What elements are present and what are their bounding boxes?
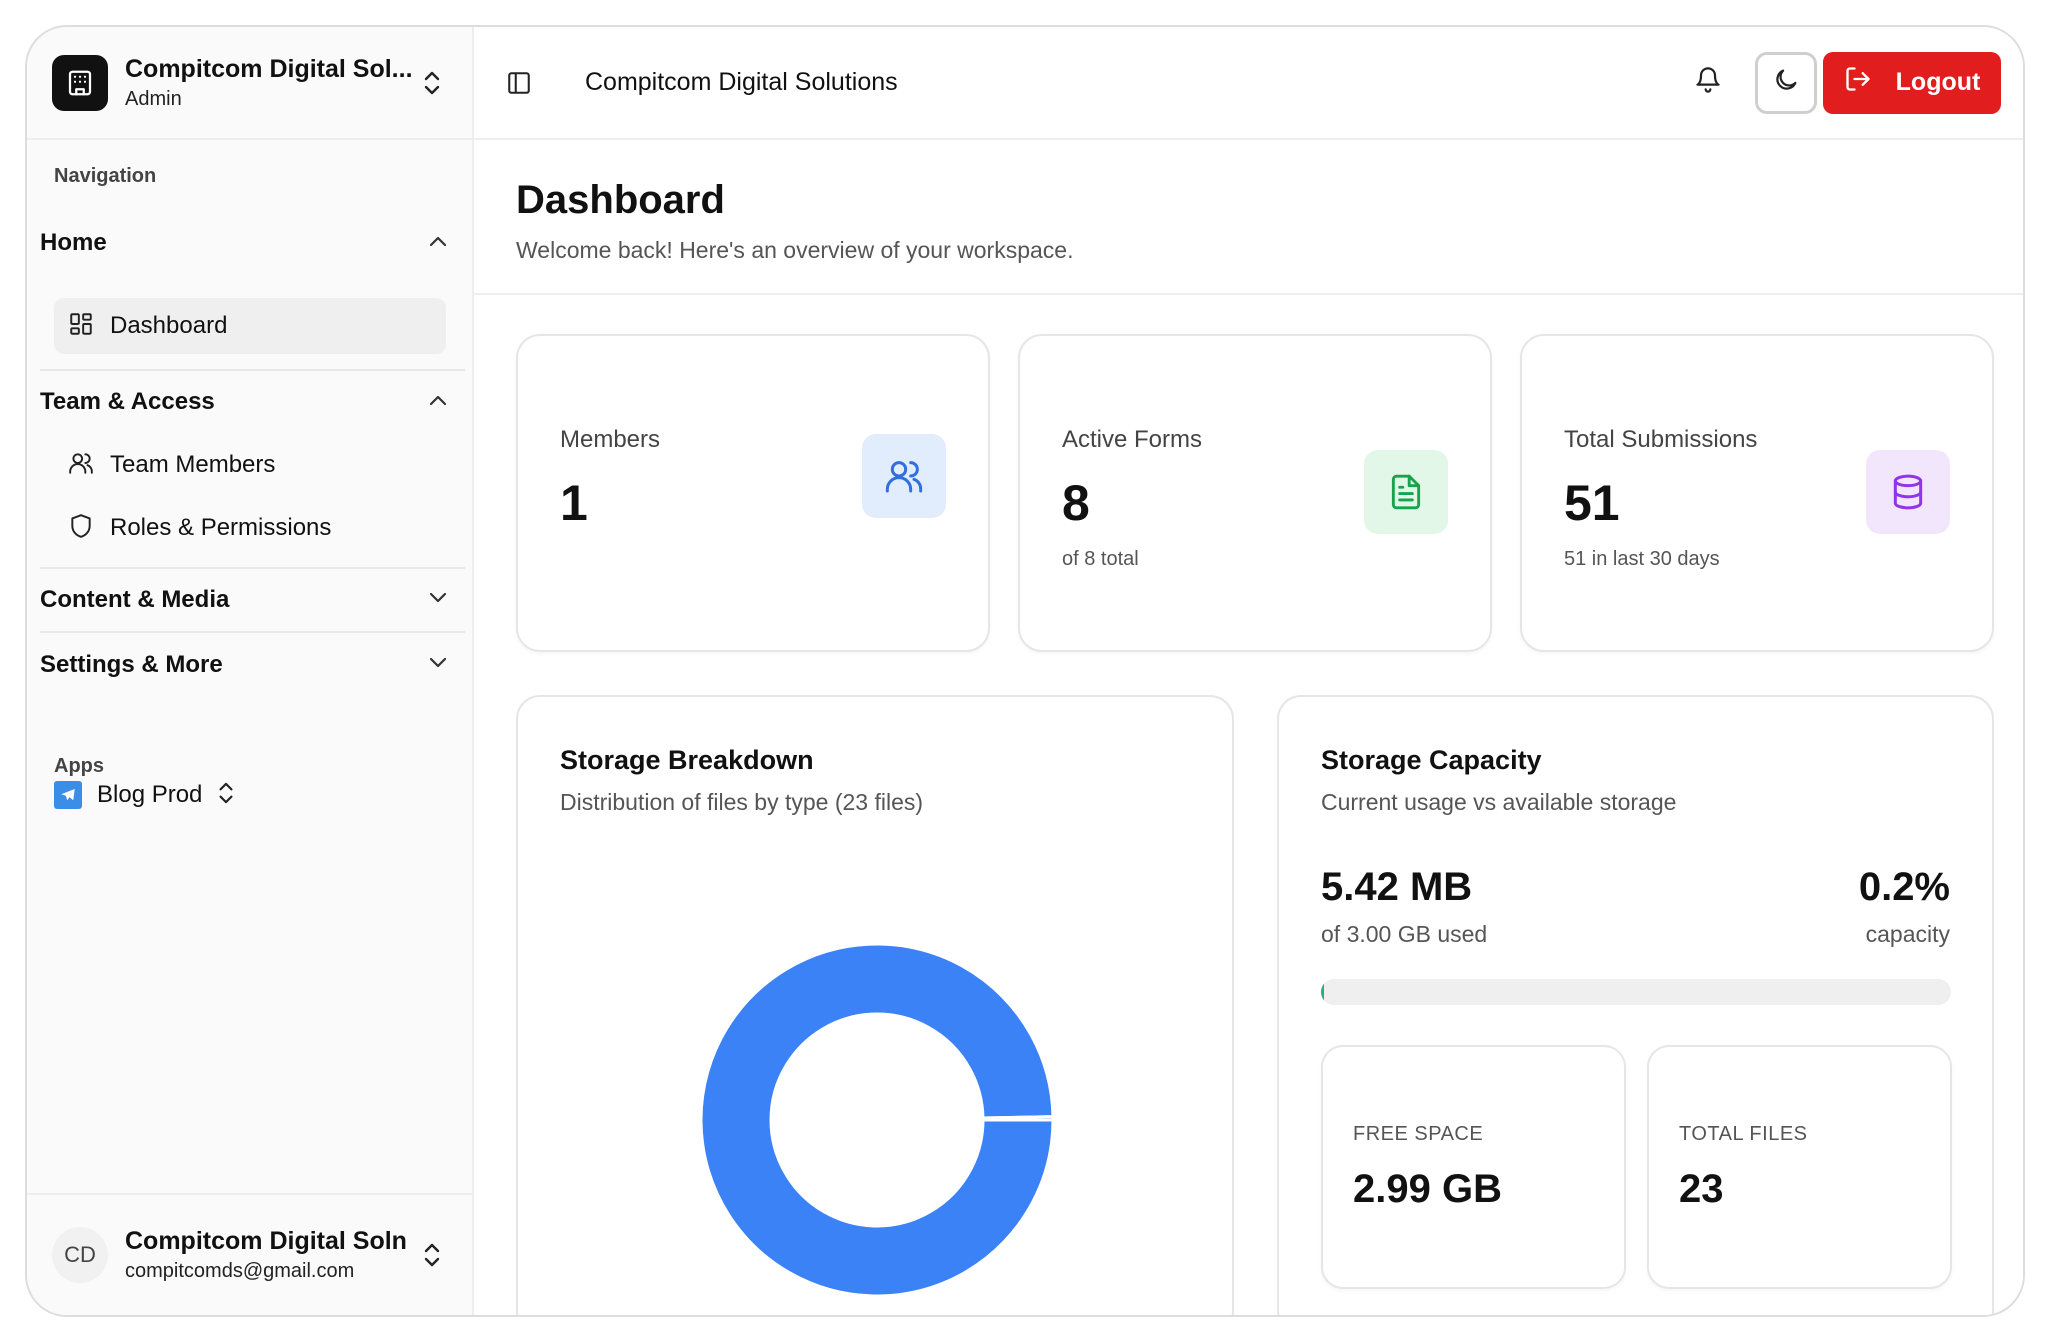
- panel-desc: Current usage vs available storage: [1321, 789, 1677, 815]
- grid-icon: [68, 311, 94, 342]
- logout-label: Logout: [1895, 68, 1981, 96]
- storage-percent-value: 0.2%: [1858, 865, 1950, 909]
- group-settings-more[interactable]: Settings & More: [40, 645, 465, 685]
- chevrons-up-down-icon[interactable]: [419, 66, 445, 100]
- navigation-label: Navigation: [54, 165, 157, 187]
- page-subtitle: Welcome back! Here's an overview of your…: [516, 237, 1074, 263]
- stat-sub: 51 in last 30 days: [1564, 548, 1720, 570]
- storage-used-value: 5.42 MB: [1321, 865, 1473, 909]
- storage-breakdown-card: Storage Breakdown Distribution of files …: [516, 695, 1234, 1315]
- building-icon: [52, 54, 108, 111]
- logout-icon: [1844, 65, 1872, 100]
- free-space-card: FREE SPACE 2.99 GB: [1321, 1045, 1626, 1289]
- chevron-up-icon: [427, 393, 449, 412]
- group-title: Home: [40, 229, 107, 256]
- user-name: Compitcom Digital Soln: [125, 1227, 407, 1255]
- storage-used-sub: of 3.00 GB used: [1321, 921, 1488, 947]
- moon-icon: [1772, 66, 1800, 99]
- mini-label: FREE SPACE: [1353, 1123, 1484, 1145]
- main-content: Compitcom Digital Solutions Logout Dashb…: [474, 27, 2023, 1315]
- storage-progress-fill: [1321, 979, 1324, 1005]
- notifications-button[interactable]: [1677, 52, 1739, 114]
- workspace-name: Compitcom Digital Sol...: [125, 54, 413, 83]
- panel-title: Storage Capacity: [1321, 745, 1542, 775]
- divider: [40, 567, 465, 569]
- storage-capacity-card: Storage Capacity Current usage vs availa…: [1277, 695, 1994, 1315]
- divider: [40, 369, 465, 371]
- group-team-access[interactable]: Team & Access: [40, 382, 465, 422]
- stat-sub: of 8 total: [1062, 548, 1139, 570]
- sidebar-item-label: Dashboard: [110, 312, 228, 339]
- stat-value: 8: [1062, 475, 1090, 531]
- mini-value: 2.99 GB: [1353, 1167, 1502, 1211]
- workspace-role: Admin: [125, 87, 182, 110]
- stat-card-active-forms: Active Forms 8 of 8 total: [1018, 334, 1492, 652]
- group-title: Settings & More: [40, 651, 223, 678]
- group-title: Team & Access: [40, 388, 215, 415]
- chevrons-up-down-icon: [216, 779, 236, 812]
- page-title: Dashboard: [516, 178, 725, 222]
- stat-card-total-submissions: Total Submissions 51 51 in last 30 days: [1520, 334, 1994, 652]
- stat-value: 51: [1564, 475, 1620, 531]
- database-icon: [1866, 450, 1950, 534]
- stat-card-members: Members 1: [516, 334, 990, 652]
- shield-icon: [68, 513, 94, 544]
- sidebar-item-team-members[interactable]: Team Members: [54, 437, 446, 493]
- donut-slice-1[interactable]: [981, 1115, 1055, 1122]
- app-switcher[interactable]: Blog Prod: [54, 775, 236, 815]
- avatar: CD: [52, 1227, 108, 1283]
- sidebar-item-label: Roles & Permissions: [110, 514, 332, 541]
- chevron-down-icon: [427, 656, 449, 675]
- app-label: Blog Prod: [97, 781, 203, 808]
- users-icon: [68, 450, 94, 481]
- stat-value: 1: [560, 475, 588, 531]
- group-content-media[interactable]: Content & Media: [40, 580, 465, 620]
- org-title: Compitcom Digital Solutions: [585, 68, 898, 96]
- total-files-card: TOTAL FILES 23: [1647, 1045, 1952, 1289]
- user-email: compitcomds@gmail.com: [125, 1260, 355, 1282]
- group-home[interactable]: Home: [40, 223, 465, 263]
- sidebar-toggle-icon[interactable]: [505, 69, 533, 97]
- users-icon: [862, 434, 946, 518]
- divider: [40, 631, 465, 633]
- stat-label: Members: [560, 426, 661, 453]
- workspace-switcher[interactable]: Compitcom Digital Sol... Admin: [27, 27, 472, 140]
- mini-label: TOTAL FILES: [1679, 1123, 1808, 1145]
- chevrons-up-down-icon[interactable]: [419, 1238, 445, 1272]
- mini-value: 23: [1679, 1167, 1724, 1211]
- stat-label: Active Forms: [1062, 426, 1203, 453]
- chevron-up-icon: [427, 234, 449, 253]
- storage-percent-sub: capacity: [1865, 921, 1950, 947]
- sidebar-item-dashboard[interactable]: Dashboard: [54, 298, 446, 354]
- sidebar: Compitcom Digital Sol... Admin Navigatio…: [27, 27, 474, 1315]
- topbar: Compitcom Digital Solutions Logout: [474, 27, 2023, 140]
- user-menu[interactable]: CD Compitcom Digital Soln compitcomds@gm…: [27, 1193, 472, 1315]
- storage-progress-bar: [1321, 979, 1951, 1005]
- chevron-down-icon: [427, 591, 449, 610]
- theme-toggle-button[interactable]: [1755, 51, 1817, 114]
- logout-button[interactable]: Logout: [1823, 51, 2001, 114]
- telegram-icon: [54, 781, 82, 809]
- sidebar-item-roles-permissions[interactable]: Roles & Permissions: [54, 500, 446, 556]
- stat-label: Total Submissions: [1564, 426, 1758, 453]
- page-header: Dashboard Welcome back! Here's an overvi…: [474, 140, 2023, 295]
- sidebar-item-label: Team Members: [110, 451, 276, 478]
- bell-icon: [1694, 66, 1722, 99]
- document-icon: [1364, 450, 1448, 534]
- storage-donut-chart: [699, 942, 1055, 1298]
- group-title: Content & Media: [40, 586, 230, 613]
- app-window: Compitcom Digital Sol... Admin Navigatio…: [25, 25, 2025, 1317]
